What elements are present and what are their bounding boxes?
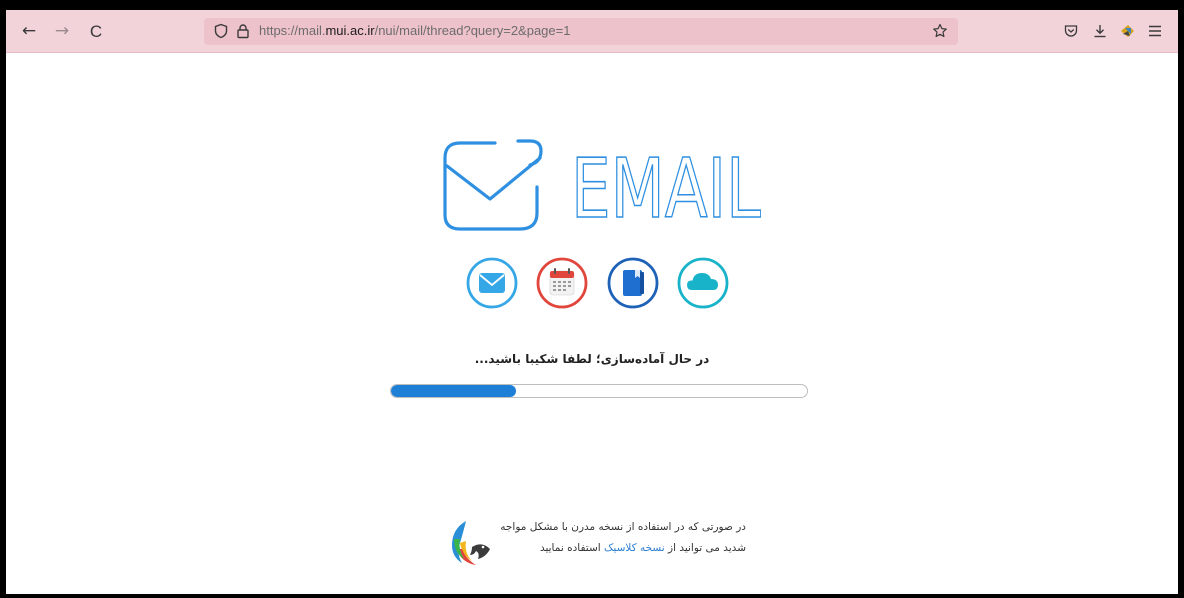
screen-frame: ← → C https://mail.mui.ac.ir/nui/mail/th… <box>0 0 1184 598</box>
download-icon[interactable] <box>1089 20 1111 42</box>
calendar-icon[interactable] <box>536 257 588 309</box>
url-domain: mui.ac.ir <box>325 23 375 38</box>
footer-text: در صورتی که در استفاده از نسخه مدرن با م… <box>486 517 746 559</box>
envelope-icon[interactable] <box>466 257 518 309</box>
progress-fill <box>391 385 516 397</box>
browser-toolbar: ← → C https://mail.mui.ac.ir/nui/mail/th… <box>6 10 1178 53</box>
wordmark-text: EMAIL <box>571 155 761 225</box>
url-text[interactable]: https://mail.mui.ac.ir/nui/mail/thread?q… <box>259 23 570 38</box>
browser-window: ← → C https://mail.mui.ac.ir/nui/mail/th… <box>6 10 1178 594</box>
hamburger-menu-icon[interactable] <box>1144 20 1166 42</box>
footer-line-2-prefix: شدید می توانید از <box>664 542 746 554</box>
email-wordmark: EMAIL <box>571 155 761 225</box>
footer-notice: در صورتی که در استفاده از نسخه مدرن با م… <box>446 513 746 573</box>
extension-icon[interactable] <box>1117 20 1139 42</box>
reload-button[interactable]: C <box>85 20 107 42</box>
loading-progress-bar <box>390 384 808 398</box>
star-icon[interactable] <box>930 21 950 41</box>
back-button[interactable]: ← <box>18 20 40 42</box>
footer-line-2-suffix: استفاده نمایید <box>539 542 604 554</box>
shield-icon[interactable] <box>212 22 230 40</box>
url-prefix: https://mail. <box>259 23 326 38</box>
forward-button[interactable]: → <box>51 20 73 42</box>
book-icon[interactable] <box>607 257 659 309</box>
pocket-icon[interactable] <box>1060 20 1082 42</box>
classic-version-link[interactable]: نسخه کلاسیک <box>604 542 665 554</box>
app-icons-row <box>466 257 730 313</box>
email-logo-icon <box>443 139 543 231</box>
lock-icon[interactable] <box>234 22 252 40</box>
page-content: EMAIL <box>6 53 1178 594</box>
cloud-icon[interactable] <box>677 257 729 309</box>
footer-line-2: شدید می توانید از نسخه کلاسیک استفاده نم… <box>486 538 746 559</box>
loading-message: در حال آماده‌سازی؛ لطفا شکیبا باشید... <box>474 352 710 366</box>
footer-line-1: در صورتی که در استفاده از نسخه مدرن با م… <box>500 521 746 533</box>
address-bar[interactable]: https://mail.mui.ac.ir/nui/mail/thread?q… <box>204 18 958 45</box>
url-path: /nui/mail/thread?query=2&page=1 <box>374 23 571 38</box>
